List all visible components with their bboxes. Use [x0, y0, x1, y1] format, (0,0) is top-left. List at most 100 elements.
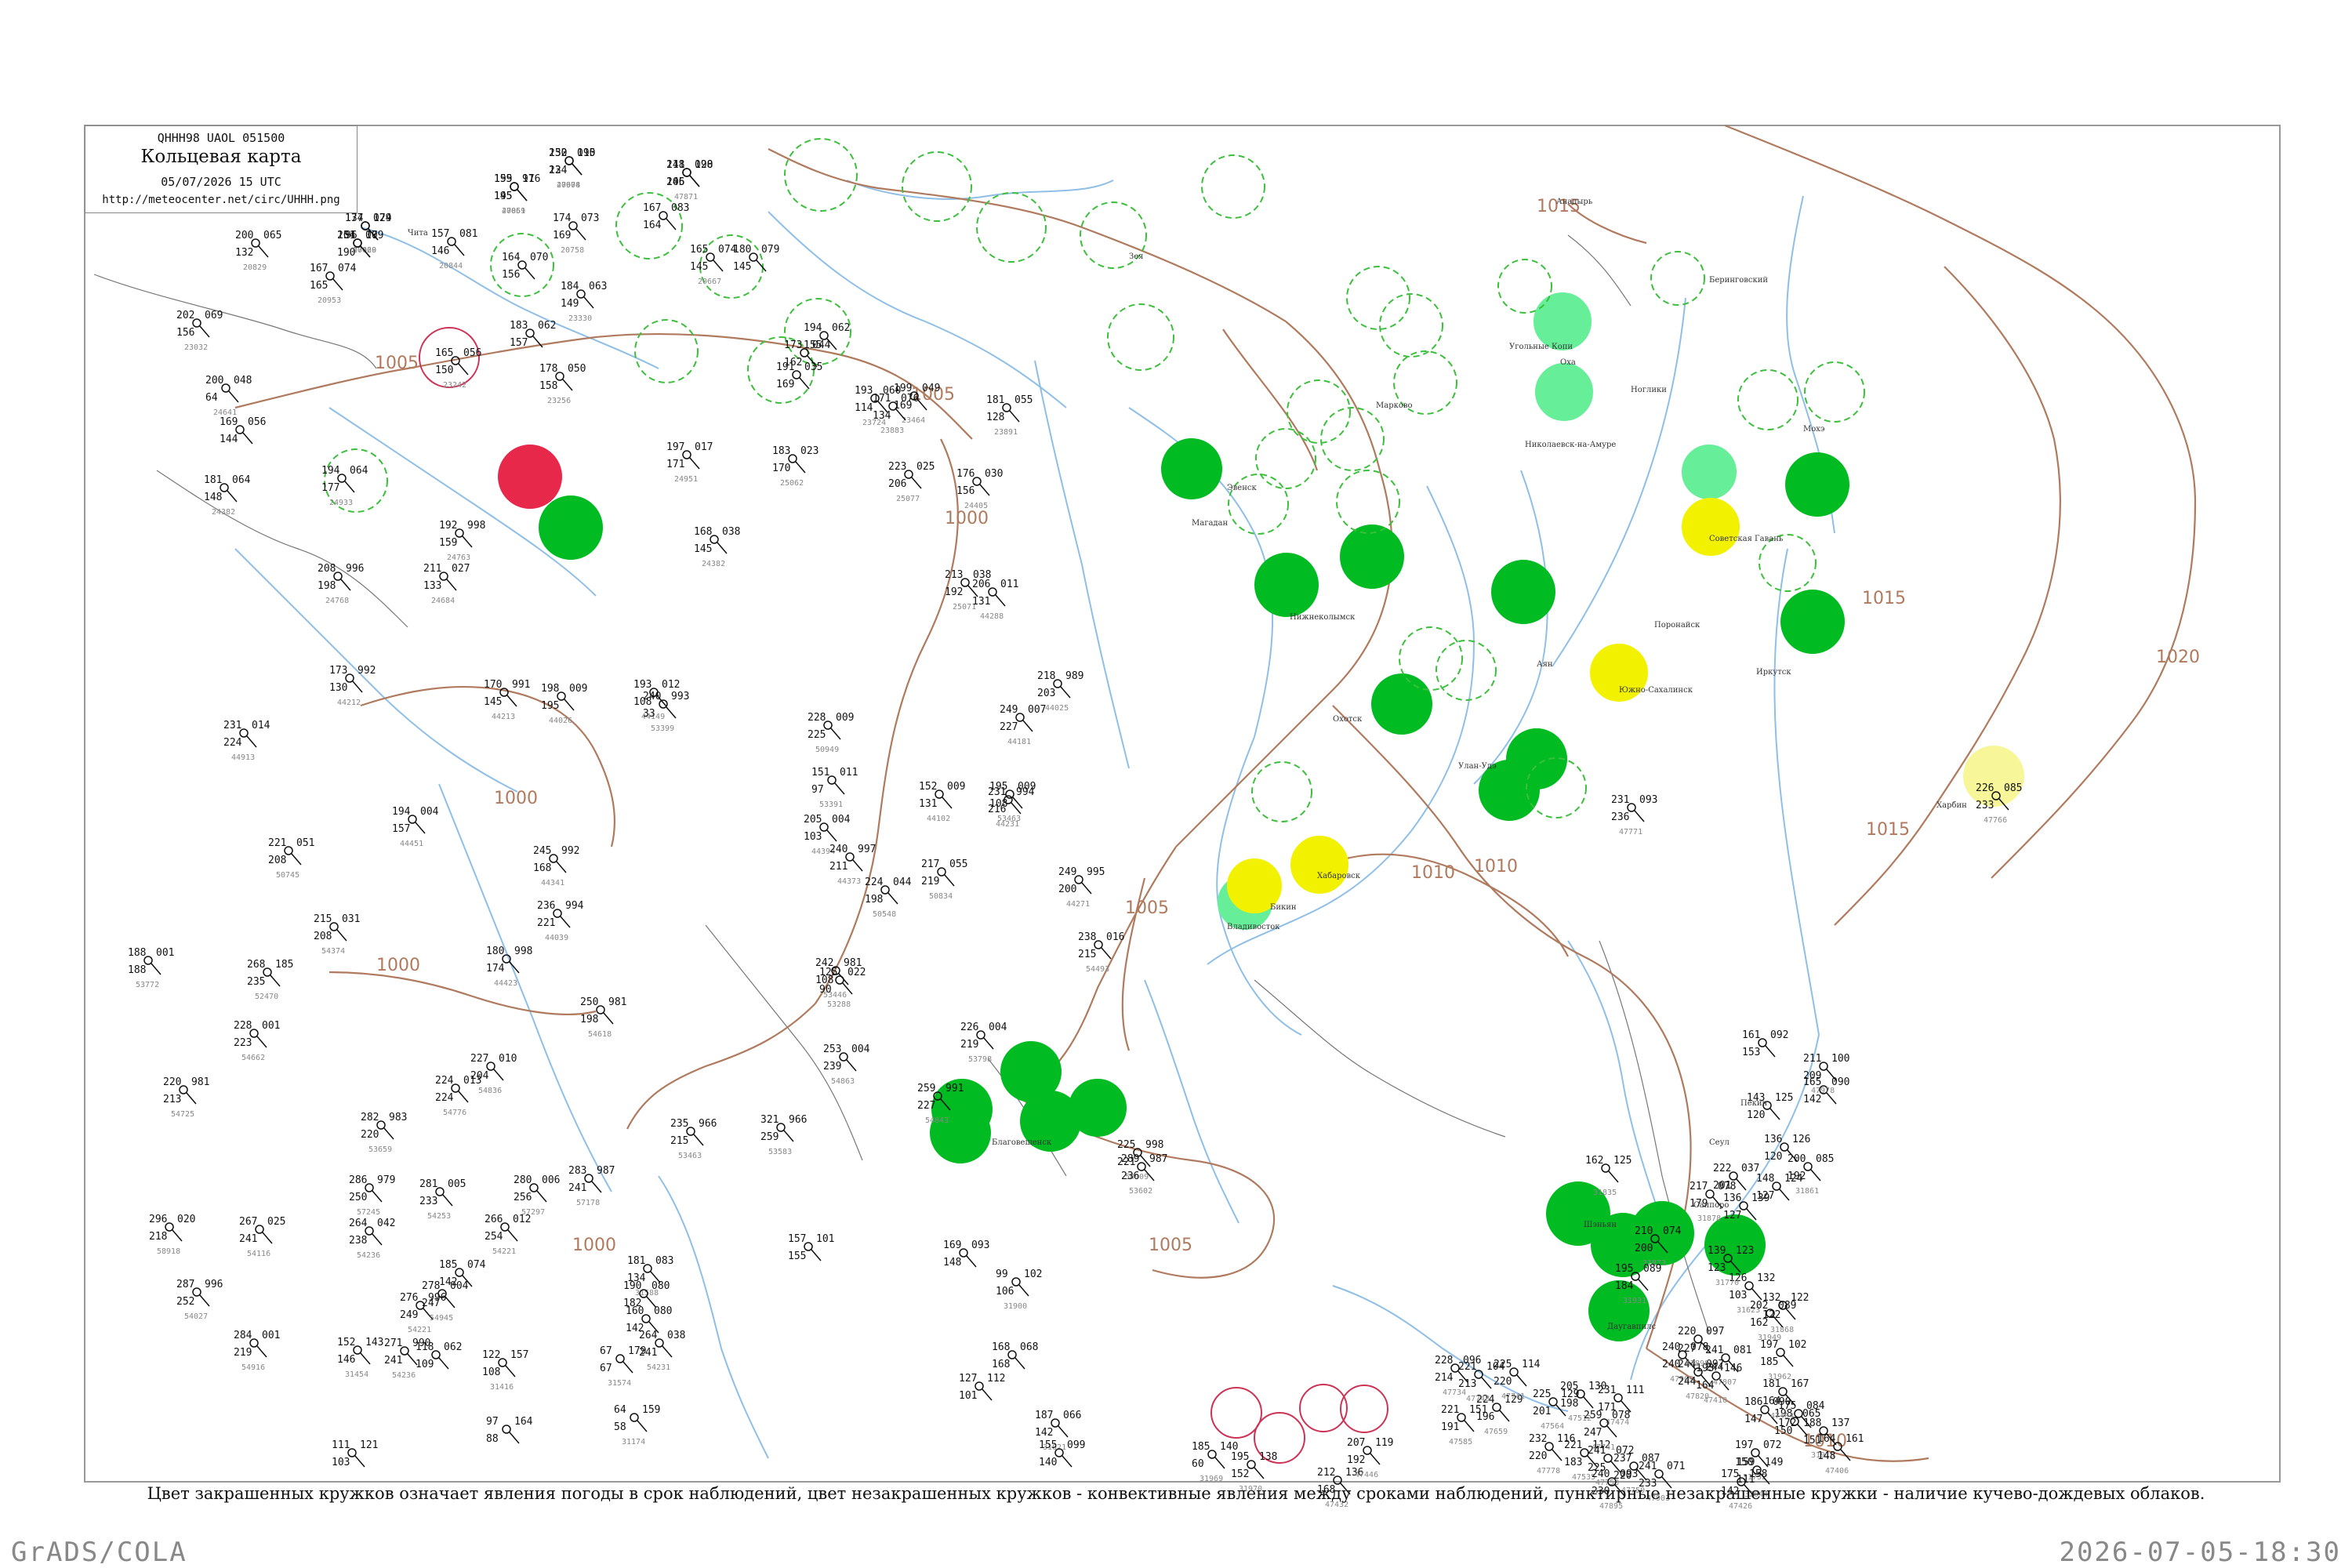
station-plot[interactable]: 169 093 148 — [943, 1240, 989, 1269]
station-plot[interactable]: 192 998 159 24763 — [439, 520, 485, 562]
station-plot[interactable]: 164 070 156 — [502, 252, 548, 281]
station-plot[interactable]: 165 056 150 23242 — [435, 347, 481, 390]
station-plot[interactable]: 157 081 146 20844 — [431, 228, 477, 270]
station-plot[interactable]: 152 143 146 31454 — [337, 1337, 383, 1379]
station-plot[interactable]: 238 016 215 54493 — [1078, 931, 1124, 974]
station-plot[interactable]: 127 112 101 — [959, 1373, 1005, 1402]
station-plot[interactable]: 161 092 153 — [1742, 1029, 1788, 1058]
map-url[interactable]: http://meteocenter.net/circ/UHHH.png — [85, 194, 357, 206]
station-plot[interactable]: 111 121 103 — [332, 1439, 378, 1468]
station-plot[interactable]: 151 011 97 53391 — [811, 767, 858, 809]
station-plot[interactable]: 97 164 88 — [486, 1416, 533, 1445]
station-plot[interactable]: 202 069 156 23032 — [176, 310, 223, 352]
station-plot[interactable]: 231 994 216 44231 — [988, 786, 1035, 829]
station-plot[interactable]: 268 185 235 52470 — [247, 959, 293, 1001]
station-value: 119 — [1375, 1437, 1393, 1449]
station-plot[interactable]: 132 12212231868 — [1762, 1292, 1809, 1334]
station-plot[interactable]: 200 065 132 20829 — [235, 230, 281, 272]
station-plot[interactable]: 211 100 209 47978 — [1803, 1053, 1849, 1095]
station-plot[interactable]: 118 062 109 — [416, 1341, 462, 1370]
station-plot[interactable]: 296 020 218 58918 — [149, 1214, 195, 1256]
station-plot[interactable]: 287 996 252 54027 — [176, 1279, 223, 1321]
station-plot[interactable]: 221 051 208 50745 — [268, 837, 314, 880]
station-plot[interactable]: 157 101 155 — [788, 1233, 834, 1262]
station-plot[interactable]: 194 004 157 44451 — [392, 806, 439, 848]
station-plot[interactable]: 220 981 213 54725 — [163, 1076, 209, 1119]
station-plot[interactable]: 245 992 168 44341 — [533, 845, 579, 887]
station-plot[interactable]: 223 025 206 25077 — [888, 461, 935, 503]
station-plot[interactable]: 218 120 206 47871 — [666, 159, 713, 201]
place-label: Мохэ — [1803, 425, 1825, 434]
station-plot[interactable]: 188 001 188 53772 — [128, 947, 174, 989]
station-plot[interactable]: 64 159 58 31174 — [614, 1404, 660, 1446]
station-plot[interactable]: 169 056 144 — [220, 416, 266, 445]
station-plot[interactable]: 176 030 156 24405 — [956, 468, 1003, 510]
station-plot[interactable]: 211 027 133 24684 — [423, 563, 470, 605]
station-plot[interactable]: 280 00625657297 — [514, 1174, 560, 1217]
station-plot[interactable]: 226 004 219 53798 — [960, 1022, 1007, 1064]
station-plot[interactable]: 282 983 220 53659 — [361, 1112, 407, 1154]
station-plot[interactable]: 228 001 223 54662 — [234, 1020, 280, 1062]
station-plot[interactable]: 228 009 225 50949 — [808, 712, 854, 754]
station-plot[interactable]: 286 979 250 57245 — [349, 1174, 395, 1217]
station-plot[interactable]: 167 074 165 20953 — [310, 263, 357, 305]
station-plot[interactable]: 264 042 238 54236 — [349, 1218, 395, 1260]
station-plot[interactable]: 197 10218531962 — [1760, 1339, 1806, 1381]
station-plot[interactable]: 206 011 131 44288 — [972, 579, 1018, 621]
station-value: 068 — [1020, 1341, 1038, 1353]
isobar-label: 1000 — [494, 789, 538, 808]
weather-phenomenon-circle — [1682, 498, 1740, 556]
station-plot[interactable]: 184 063 149 23330 — [561, 281, 607, 323]
station-plot[interactable]: 232 116 220 47778 — [1529, 1433, 1575, 1475]
station-plot[interactable]: 168 068 168 — [992, 1341, 1038, 1370]
station-plot[interactable]: 174 073 169 20758 — [553, 212, 599, 255]
station-plot[interactable]: 249 007 227 44181 — [1000, 704, 1046, 746]
station-plot[interactable]: 199 116 195 47851 — [494, 173, 540, 216]
station-plot[interactable]: 231 093 236 47771 — [1611, 794, 1657, 837]
station-plot[interactable]: 227 010 204 54836 — [470, 1053, 517, 1095]
station-index: 47748 — [1466, 1395, 1490, 1403]
station-plot[interactable]: 250 981 198 54618 — [580, 996, 626, 1039]
station-plot[interactable]: 253 004 239 54863 — [823, 1044, 870, 1086]
station-plot[interactable]: 198 009 195 44026 — [541, 683, 587, 725]
station-plot[interactable]: 99 102 106 31900 — [996, 1269, 1042, 1311]
station-plot[interactable]: 183 062 157 — [510, 320, 556, 349]
station-plot[interactable]: 180 998 174 44423 — [486, 946, 532, 988]
station-index: 20758 — [561, 246, 584, 255]
station-plot[interactable]: 249 995 200 44271 — [1058, 866, 1105, 909]
station-plot[interactable]: 200 0486424641 — [205, 375, 252, 417]
station-plot[interactable]: 240 993 33 53399 — [643, 691, 689, 733]
station-plot[interactable]: 194 064 177 24933 — [321, 465, 368, 507]
station-plot[interactable]: 231 014 224 44913 — [223, 720, 270, 762]
station-plot[interactable]: 217 055 219 50834 — [921, 858, 967, 901]
station-plot[interactable]: 266 012 254 54221 — [485, 1214, 531, 1256]
station-plot[interactable]: 122 157 108 31416 — [482, 1349, 528, 1392]
station-plot[interactable]: 152 009 131 44102 — [919, 781, 965, 823]
station-plot[interactable]: 168 038 145 24382 — [694, 526, 740, 568]
station-plot[interactable]: 173 992 130 44212 — [329, 665, 376, 707]
station-plot[interactable]: 67 179 67 31574 — [600, 1345, 646, 1388]
station-plot[interactable]: 200 085 192 31861 — [1788, 1153, 1834, 1196]
station-value: 023 — [800, 445, 818, 457]
station-plot[interactable]: 281 005 233 54253 — [419, 1178, 466, 1221]
cumulonimbus-dashed-circle — [1255, 428, 1316, 489]
station-plot[interactable]: 232 110 224 47908 — [549, 147, 595, 190]
station-plot[interactable]: 197 017 171 24951 — [666, 441, 713, 484]
station-plot[interactable]: 284 001 219 54916 — [234, 1330, 280, 1372]
station-plot[interactable]: 183 023 170 25062 — [772, 445, 818, 488]
station-plot[interactable]: 236 994 221 44039 — [537, 900, 584, 942]
station-plot[interactable]: 321 966 259 53583 — [760, 1114, 807, 1156]
station-plot[interactable]: 181 064 148 24382 — [204, 474, 251, 517]
station-plot[interactable]: 267 025 241 54116 — [239, 1216, 285, 1258]
station-plot[interactable]: 165 07414520667 — [690, 244, 737, 286]
station-value: 181 — [1762, 1378, 1780, 1390]
station-plot[interactable]: 181 055 128 23891 — [986, 394, 1033, 437]
station-plot[interactable]: 215 031 208 54374 — [314, 913, 360, 956]
station-plot[interactable]: 202 08916231949 — [1750, 1300, 1796, 1342]
station-plot[interactable]: 224 044 198 50548 — [865, 877, 912, 919]
station-plot[interactable]: 225 129 201 47564 — [1533, 1388, 1579, 1431]
station-plot[interactable]: 235 966 215 53463 — [670, 1118, 717, 1160]
station-plot[interactable]: 178 050 158 23256 — [539, 363, 586, 405]
station-plot[interactable]: 170 991 145 44213 — [484, 679, 530, 721]
station-plot[interactable]: 125 022 90 53288 — [819, 967, 866, 1009]
